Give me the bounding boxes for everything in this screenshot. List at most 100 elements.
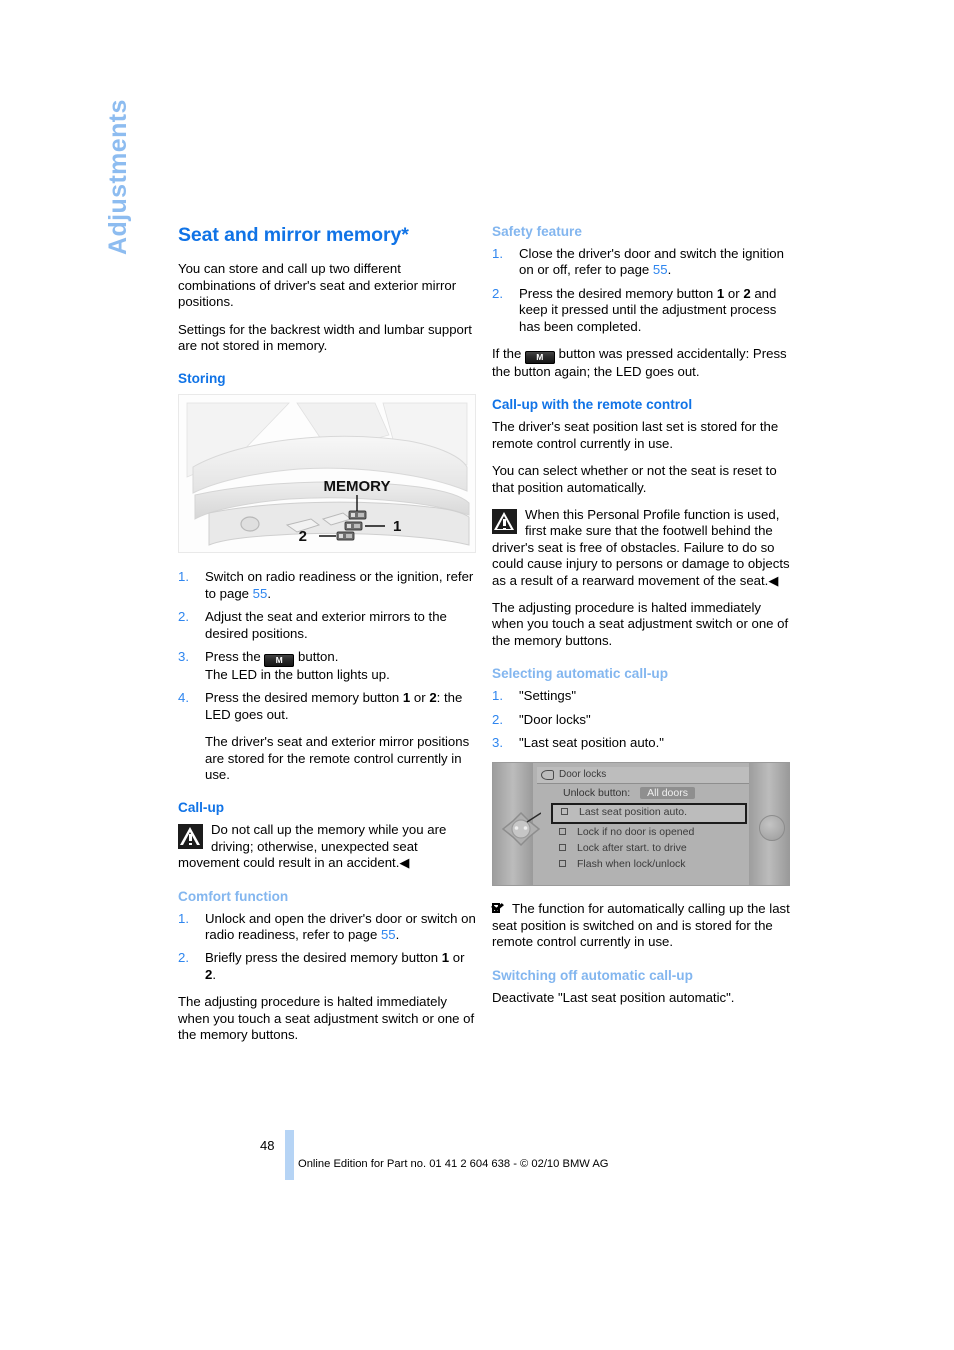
memory-m-button-icon: M — [264, 654, 295, 668]
check-note: The function for automatically calling u… — [491, 900, 790, 950]
list-item: 1. Close the driver's door and switch the… — [492, 246, 790, 279]
seat-memory-figure: MEMORY 1 2 Seat and mirror memory — [178, 394, 476, 554]
warning-text: When this Personal Profile function is u… — [492, 507, 790, 588]
step-text: Close the driver's door and switch the i… — [519, 245, 784, 278]
memory-m-button-icon: M — [525, 351, 555, 365]
step-number: 2. — [178, 950, 189, 966]
heading-switching-off-auto-callup: Switching off automatic call-up — [492, 967, 693, 983]
warning-triangle-icon — [492, 509, 517, 535]
remote-paragraph-1: The driver's seat position last set is s… — [492, 419, 779, 451]
heading-call-up: Call-up — [178, 800, 225, 816]
option-label: Last seat position auto. — [579, 806, 687, 819]
step-text: Press the — [205, 649, 265, 665]
storing-steps: 1. Switch on radio readiness or the ignit… — [178, 569, 476, 783]
idrive-title-text: Door locks — [559, 769, 607, 781]
step-text: Briefly press the desired memory button — [205, 950, 442, 966]
checkbox-icon[interactable] — [561, 808, 568, 816]
step-number: 2. — [492, 711, 503, 727]
warning-note-remote: When this Personal Profile function is u… — [492, 507, 790, 589]
step-text: Press the desired memory button — [519, 285, 717, 301]
page-title: Seat and mirror memory* — [178, 224, 409, 246]
key-icon — [541, 770, 554, 781]
option-label: Flash when lock/unlock — [577, 858, 686, 871]
memory-button-2: 2 — [429, 690, 437, 706]
safety-note: If the M button was pressed accidentally… — [492, 346, 790, 380]
step-text-mid: or — [724, 285, 744, 301]
unlock-button-value[interactable]: All doors — [640, 787, 695, 800]
idrive-title-bar: Door locks — [537, 767, 749, 785]
safety-steps: 1. Close the driver's door and switch the… — [492, 246, 790, 335]
list-item: 2. "Door locks" — [492, 712, 790, 728]
step-continuation: The driver's seat and exterior mirror po… — [205, 734, 470, 783]
page-number: 48 — [260, 1138, 275, 1153]
switching-off-text: Deactivate "Last seat position automatic… — [492, 989, 735, 1005]
list-item: 1. Unlock and open the driver's door or s… — [178, 911, 476, 944]
callout-1: 1 — [393, 518, 401, 535]
step-text-mid: or — [449, 950, 465, 966]
step-text: "Settings" — [519, 688, 577, 704]
warning-note-callup: Do not call up the memory while you are … — [178, 822, 476, 871]
idrive-screen-figure: Door locks Unlock button: All doors Last … — [492, 762, 790, 887]
checkbox-icon[interactable] — [559, 860, 566, 868]
memory-button-1: 1 — [441, 950, 450, 966]
list-item: 4. Press the desired memory button 1 or 2… — [178, 690, 476, 783]
step-number: 1. — [492, 688, 503, 704]
step-text: Press the desired memory button — [205, 690, 403, 706]
manual-page: Adjustments Seat and mirror memory* You … — [0, 0, 954, 1350]
idrive-option-list: Last seat position auto. Lock if no door… — [551, 803, 747, 872]
list-item: 3. "Last seat position auto." — [492, 735, 790, 751]
option-label: Lock after start. to drive — [577, 842, 687, 855]
list-item: 1. Switch on radio readiness or the ignit… — [178, 569, 476, 602]
idrive-controller-icon — [501, 812, 541, 847]
step-text-mid: or — [410, 690, 430, 706]
comfort-note: The adjusting procedure is halted immedi… — [178, 994, 475, 1043]
footer-accent-bar — [285, 1130, 294, 1180]
footer-text: Online Edition for Part no. 01 41 2 604 … — [298, 1158, 609, 1170]
idrive-option-last-seat-position-auto[interactable]: Last seat position auto. — [551, 803, 747, 825]
left-column: Seat and mirror memory* You can store an… — [178, 224, 476, 1055]
list-item: 3. Press the M button. The LED in the but… — [178, 649, 476, 683]
idrive-option-flash-when-lock-unlock[interactable]: Flash when lock/unlock — [555, 856, 747, 872]
page-reference[interactable]: 55 — [253, 586, 268, 601]
memory-button-2: 2 — [743, 285, 751, 301]
right-column: Safety feature 1. Close the driver's door… — [491, 224, 790, 1017]
step-number: 1. — [492, 245, 503, 261]
step-text: Switch on radio readiness or the ignitio… — [205, 569, 474, 601]
step-text: Unlock and open the driver's door or swi… — [205, 910, 476, 943]
idrive-option-lock-if-no-door-opened[interactable]: Lock if no door is opened — [555, 824, 747, 840]
step-text-end: . — [395, 927, 400, 943]
list-item: 1. "Settings" — [492, 688, 790, 704]
step-text: "Door locks" — [519, 711, 591, 727]
warning-text: Do not call up the memory while you are … — [178, 822, 447, 871]
safety-note-before: If the — [492, 346, 525, 362]
heading-comfort-function: Comfort function — [178, 888, 289, 904]
step-number: 4. — [178, 690, 189, 706]
heading-storing: Storing — [178, 371, 226, 387]
remote-paragraph-2: You can select whether or not the seat i… — [492, 463, 777, 495]
step-number: 1. — [178, 910, 189, 926]
list-item: 2. Briefly press the desired memory butto… — [178, 950, 476, 983]
list-item: 2. Adjust the seat and exterior mirrors t… — [178, 609, 476, 642]
intro-paragraph-1: You can store and call up two different … — [178, 261, 457, 310]
step-number: 3. — [492, 735, 503, 751]
step-text: Adjust the seat and exterior mirrors to … — [205, 609, 447, 641]
idrive-option-lock-after-start-to-drive[interactable]: Lock after start. to drive — [555, 840, 747, 856]
step-number: 2. — [178, 609, 189, 625]
idrive-unlock-row[interactable]: Unlock button: All doors — [563, 787, 695, 800]
step-number: 2. — [492, 285, 503, 301]
heading-selecting-auto-callup: Selecting automatic call-up — [492, 666, 669, 682]
step-text-line2: The LED in the button lights up. — [205, 667, 390, 683]
list-item: 2. Press the desired memory button 1 or 2… — [492, 286, 790, 335]
checkbox-icon[interactable] — [559, 844, 566, 852]
step-text-end: . — [667, 262, 672, 278]
step-number: 1. — [178, 569, 189, 585]
page-reference[interactable]: 55 — [381, 927, 396, 942]
heading-callup-remote: Call-up with the remote control — [492, 397, 693, 413]
step-number: 3. — [178, 649, 189, 665]
memory-label: MEMORY — [324, 478, 391, 495]
check-note-text: The function for automatically calling u… — [492, 901, 790, 950]
page-reference[interactable]: 55 — [653, 262, 668, 277]
remote-paragraph-3: The adjusting procedure is halted immedi… — [492, 600, 789, 648]
seat-illustration: MEMORY 1 2 — [179, 395, 475, 553]
checkbox-icon[interactable] — [559, 828, 566, 836]
